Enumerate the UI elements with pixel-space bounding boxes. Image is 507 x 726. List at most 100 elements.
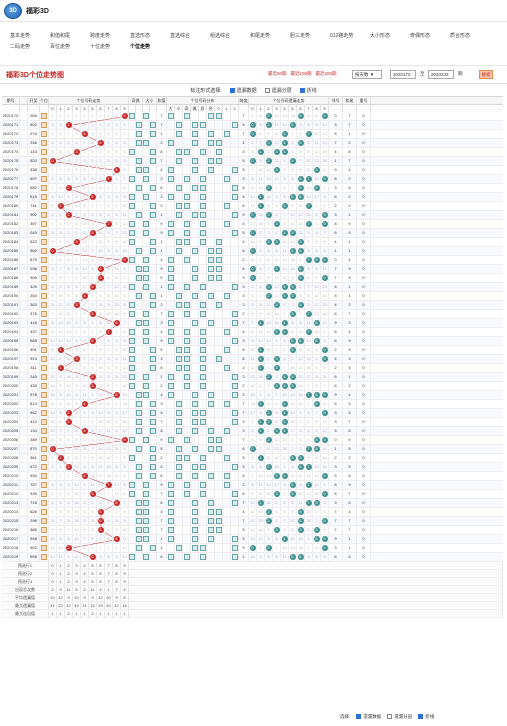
sum-cell: 5 (157, 409, 167, 417)
ge-marker (41, 239, 47, 245)
bottom-option-miss-layer[interactable]: 遗漏分层 (387, 714, 412, 720)
distribution-cell (175, 535, 183, 543)
repeat-cell: 1 (321, 328, 329, 336)
dist-marker (191, 473, 198, 479)
repeat-cell: 6 (257, 283, 265, 291)
distribution-cell (223, 454, 231, 462)
distribution-cell (231, 391, 239, 399)
repeat-ball: 4 (281, 536, 288, 542)
distribution-cell (191, 310, 199, 318)
repeat-cell: 5 (289, 373, 297, 381)
issue-cell: 2020215 (2, 517, 20, 525)
nav-item[interactable]: 直选综合 (170, 32, 210, 39)
distribution-cell (215, 481, 223, 489)
nav-item[interactable]: 012路走势 (330, 32, 370, 39)
issue-cell: 2020194 (2, 328, 20, 336)
checkbox-checked-icon[interactable] (229, 88, 235, 94)
option-miss-layer[interactable]: 遗漏分层 (264, 87, 292, 94)
dist-marker (191, 428, 198, 434)
nav-item[interactable]: 十位走势 (90, 43, 130, 50)
repeat-cell: 8 (281, 220, 289, 228)
distribution-cell (215, 373, 223, 381)
winning-number-cell: 978 (28, 391, 40, 399)
period-link-50[interactable]: 最近50期 (268, 71, 287, 77)
extra-cell: 5 (329, 130, 343, 138)
nav-item[interactable]: 跨度走势 (90, 32, 130, 39)
start-issue-input[interactable]: 2020170 (390, 70, 416, 79)
nav-item[interactable]: 大小形态 (370, 32, 410, 39)
trend-cell: 14 (97, 400, 105, 408)
repeat-ball: 4 (281, 428, 288, 434)
distribution-cell (223, 544, 231, 552)
checkbox-checked-icon[interactable] (418, 714, 424, 720)
extra-cell: 9 (343, 481, 357, 489)
nav-item[interactable]: 基本走势 (10, 32, 50, 39)
trend-cell: 5 (97, 319, 105, 327)
extra-cell: 6 (343, 553, 357, 561)
repeat-cell: 1 (257, 238, 265, 246)
option-polyline[interactable]: 折线 (299, 87, 317, 94)
bottom-option-polyline[interactable]: 折线 (418, 714, 434, 720)
distribution-cell (207, 463, 215, 471)
period-link-100[interactable]: 最近100期 (291, 71, 312, 77)
distribution-cell (191, 544, 199, 552)
repeat-cell: 5 (305, 112, 313, 120)
repeat-cell: 7 (257, 139, 265, 147)
app-logo[interactable]: 3D (4, 2, 22, 19)
nav-item[interactable]: 奇偶形态 (410, 32, 450, 39)
nav-item[interactable]: 直选形态 (130, 32, 170, 39)
option-miss-data[interactable]: 遗漏数据 (229, 87, 257, 94)
end-issue-input[interactable]: 2020233 (428, 70, 454, 79)
filter-mode-select[interactable]: 按天数 ▼ (352, 70, 382, 79)
span-cell: 1 (239, 553, 249, 561)
nav-item[interactable]: 百位走势 (50, 43, 90, 50)
nav-item[interactable]: 和值和尾 (50, 32, 90, 39)
state-marker (150, 158, 156, 164)
extra-cell: 0 (357, 238, 371, 246)
trend-cell: 7 (57, 265, 65, 273)
nav-item[interactable]: 个位走势 (130, 43, 170, 50)
winning-number-cell: 045 (28, 229, 40, 237)
trend-cell: 23 (97, 481, 105, 489)
repeat-ball: 6 (297, 194, 304, 200)
checkbox-icon[interactable] (264, 88, 270, 94)
dist-marker (231, 374, 238, 380)
distribution-cell (207, 274, 215, 282)
nav-item[interactable]: 和尾走势 (250, 32, 290, 39)
dist-marker (167, 257, 174, 263)
trend-cell: 4 (73, 391, 81, 399)
extra-cell: 0 (357, 400, 371, 408)
repeat-cell: 7 (305, 328, 313, 336)
dist-marker (191, 518, 198, 524)
nav-item[interactable]: 质合形态 (450, 32, 490, 39)
distribution-cell (215, 211, 223, 219)
checkbox-checked-icon[interactable] (299, 88, 305, 94)
query-button[interactable]: 搜索 (479, 70, 493, 79)
checkbox-icon[interactable] (387, 714, 393, 720)
bottom-option-miss-data[interactable]: 遗漏数据 (356, 714, 381, 720)
checkbox-checked-icon[interactable] (356, 714, 362, 720)
distribution-cell (231, 328, 239, 336)
period-link-200[interactable]: 最近200期 (316, 71, 337, 77)
repeat-cell: 12 (249, 364, 257, 372)
ge-digit-cell (40, 121, 49, 129)
nav-item[interactable]: 二码走势 (10, 43, 50, 50)
table-row: 2020176 338 1 7 5 2 4 7 3 7 8 6 4 5 7 10 13 3 2 5 8 11 8 17 9 4 0 (2, 166, 503, 175)
distribution-cell (199, 193, 207, 201)
trend-cell: 3 (73, 355, 81, 363)
nav-item[interactable]: 组选综合 (210, 32, 250, 39)
dist-marker (175, 149, 182, 155)
parity-size-cell (136, 301, 143, 309)
issue-cell: 2020218 (2, 544, 20, 552)
nav-item[interactable]: 胆三走势 (290, 32, 330, 39)
state-marker (150, 239, 156, 245)
trend-cell: 15 (97, 409, 105, 417)
test-number-cell (20, 292, 28, 300)
trend-cell: 7 (73, 211, 81, 219)
trend-cell: 0 (49, 157, 57, 165)
brand-name[interactable]: 福彩3D (26, 6, 49, 16)
repeat-cell: 1 (257, 148, 265, 156)
distribution-cell (167, 283, 175, 291)
trend-cell: 3 (73, 265, 81, 273)
ge-digit-cell (40, 364, 49, 372)
